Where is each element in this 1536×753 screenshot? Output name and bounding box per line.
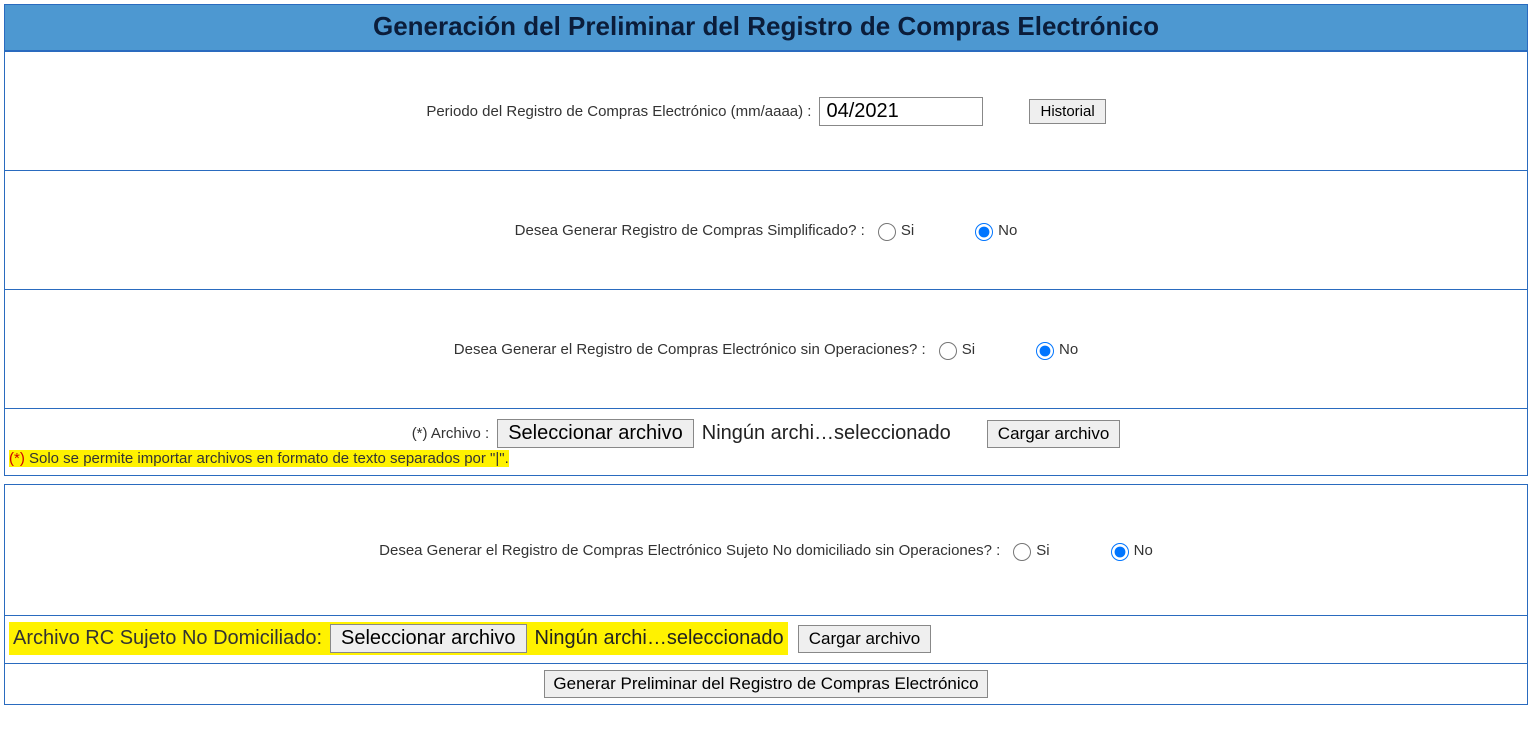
archivo-note: (*) Solo se permite importar archivos en… — [5, 448, 1527, 471]
nodom-radio-no[interactable] — [1111, 543, 1129, 561]
simplificado-question: Desea Generar Registro de Compras Simpli… — [515, 222, 865, 239]
archivo-label: (*) Archivo : — [412, 425, 490, 442]
rc-file-cargar-button[interactable]: Cargar archivo — [798, 625, 932, 653]
nodom-radio-si[interactable] — [1013, 543, 1031, 561]
sin-ops-label-si: Si — [962, 341, 975, 358]
archivo-note-star: (*) — [9, 450, 25, 467]
rc-file-label: Archivo RC Sujeto No Domiciliado: — [13, 627, 322, 650]
periodo-input[interactable] — [819, 97, 983, 126]
archivo-status: Ningún archi…seleccionado — [702, 422, 951, 445]
section-periodo: Periodo del Registro de Compras Electrón… — [5, 51, 1527, 170]
simplificado-label-no: No — [998, 222, 1017, 239]
nodom-question: Desea Generar el Registro de Compras Ele… — [379, 542, 1000, 559]
archivo-select-button[interactable]: Seleccionar archivo — [497, 419, 694, 448]
sin-ops-radio-no[interactable] — [1036, 342, 1054, 360]
nodom-label-no: No — [1134, 542, 1153, 559]
simplificado-radio-no[interactable] — [975, 223, 993, 241]
sin-ops-radio-si[interactable] — [939, 342, 957, 360]
section-generate: Generar Preliminar del Registro de Compr… — [5, 663, 1527, 704]
sin-ops-question: Desea Generar el Registro de Compras Ele… — [454, 341, 926, 358]
nodom-label-si: Si — [1036, 542, 1049, 559]
section-simplificado: Desea Generar Registro de Compras Simpli… — [5, 170, 1527, 289]
section-archivo: (*) Archivo : Seleccionar archivo Ningún… — [5, 408, 1527, 475]
section-rc-file: Archivo RC Sujeto No Domiciliado: Selecc… — [5, 615, 1527, 663]
page-title: Generación del Preliminar del Registro d… — [5, 5, 1527, 51]
section-sin-operaciones: Desea Generar el Registro de Compras Ele… — [5, 289, 1527, 408]
section-nodom: Desea Generar el Registro de Compras Ele… — [5, 485, 1527, 615]
archivo-cargar-button[interactable]: Cargar archivo — [987, 420, 1121, 448]
main-panel: Generación del Preliminar del Registro d… — [4, 4, 1528, 476]
rc-file-status: Ningún archi…seleccionado — [535, 627, 784, 650]
simplificado-radio-si[interactable] — [878, 223, 896, 241]
generate-button[interactable]: Generar Preliminar del Registro de Compr… — [544, 670, 987, 698]
panel-no-domiciliado: Desea Generar el Registro de Compras Ele… — [4, 484, 1528, 705]
historial-button[interactable]: Historial — [1029, 99, 1105, 124]
rc-file-select-button[interactable]: Seleccionar archivo — [330, 624, 527, 653]
archivo-note-text: Solo se permite importar archivos en for… — [25, 450, 509, 467]
periodo-label: Periodo del Registro de Compras Electrón… — [426, 103, 811, 120]
simplificado-label-si: Si — [901, 222, 914, 239]
sin-ops-label-no: No — [1059, 341, 1078, 358]
